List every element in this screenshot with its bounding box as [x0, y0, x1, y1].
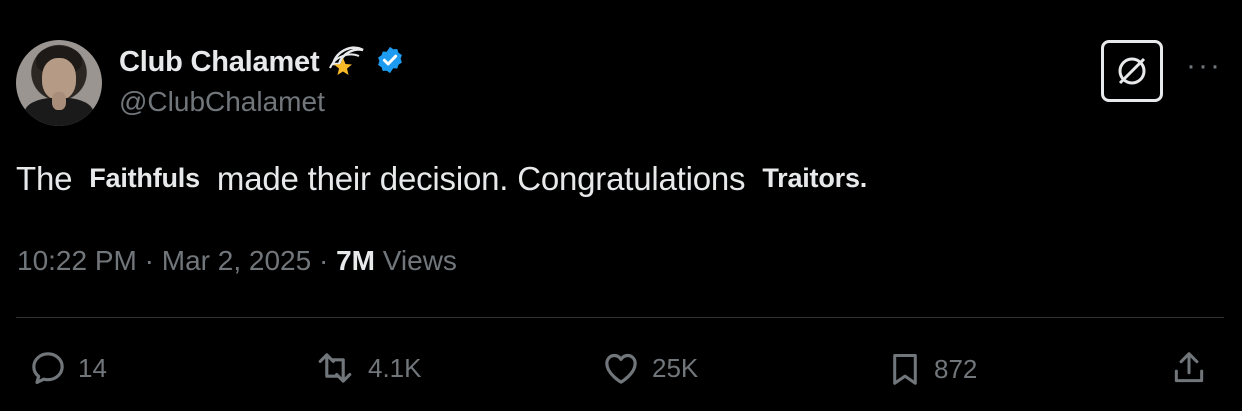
share-icon — [1174, 352, 1204, 383]
shooting-star-emoji-icon — [327, 42, 367, 83]
meta-separator: · — [136, 245, 162, 276]
bookmark-count: 872 — [934, 353, 978, 384]
heart-icon — [605, 353, 637, 384]
share-button[interactable] — [1170, 348, 1208, 388]
tweet-meta: 10:22 PM · Mar 2, 2025 · 7M Views — [17, 245, 457, 277]
bookmark-button[interactable]: 872 — [886, 348, 977, 390]
grok-button[interactable] — [1101, 40, 1163, 102]
author-handle[interactable]: @ClubChalamet — [119, 86, 325, 118]
reply-icon — [32, 352, 64, 385]
divider — [16, 317, 1224, 318]
repost-icon — [318, 353, 352, 383]
tweet-text-part: The — [16, 160, 73, 197]
author-name-row: Club Chalamet — [119, 42, 405, 83]
bookmark-icon — [893, 354, 917, 385]
views-label: Views — [374, 245, 457, 276]
tweet-text-bold: Faithfuls — [89, 163, 200, 193]
tweet-time[interactable]: 10:22 PM — [17, 245, 137, 276]
avatar[interactable] — [16, 40, 102, 126]
tweet-text-part: made their decision. Congratulations — [216, 160, 746, 197]
like-button[interactable]: 25K — [600, 348, 698, 388]
tweet-text-bold: Traitors. — [762, 163, 868, 193]
meta-separator: · — [311, 245, 337, 276]
reply-button[interactable]: 14 — [28, 348, 107, 388]
repost-button[interactable]: 4.1K — [312, 348, 422, 388]
tweet-date[interactable]: Mar 2, 2025 — [162, 245, 311, 276]
repost-count: 4.1K — [368, 352, 422, 383]
like-count: 25K — [652, 352, 699, 383]
author-name[interactable]: Club Chalamet — [119, 46, 320, 79]
grok-icon — [1118, 57, 1146, 85]
tweet-text: The Faithfuls made their decision. Congr… — [16, 160, 867, 198]
views-count: 7M — [336, 245, 375, 276]
reply-count: 14 — [78, 352, 107, 383]
verified-badge-icon — [375, 45, 405, 80]
more-options-icon[interactable]: ··· — [1186, 51, 1222, 81]
